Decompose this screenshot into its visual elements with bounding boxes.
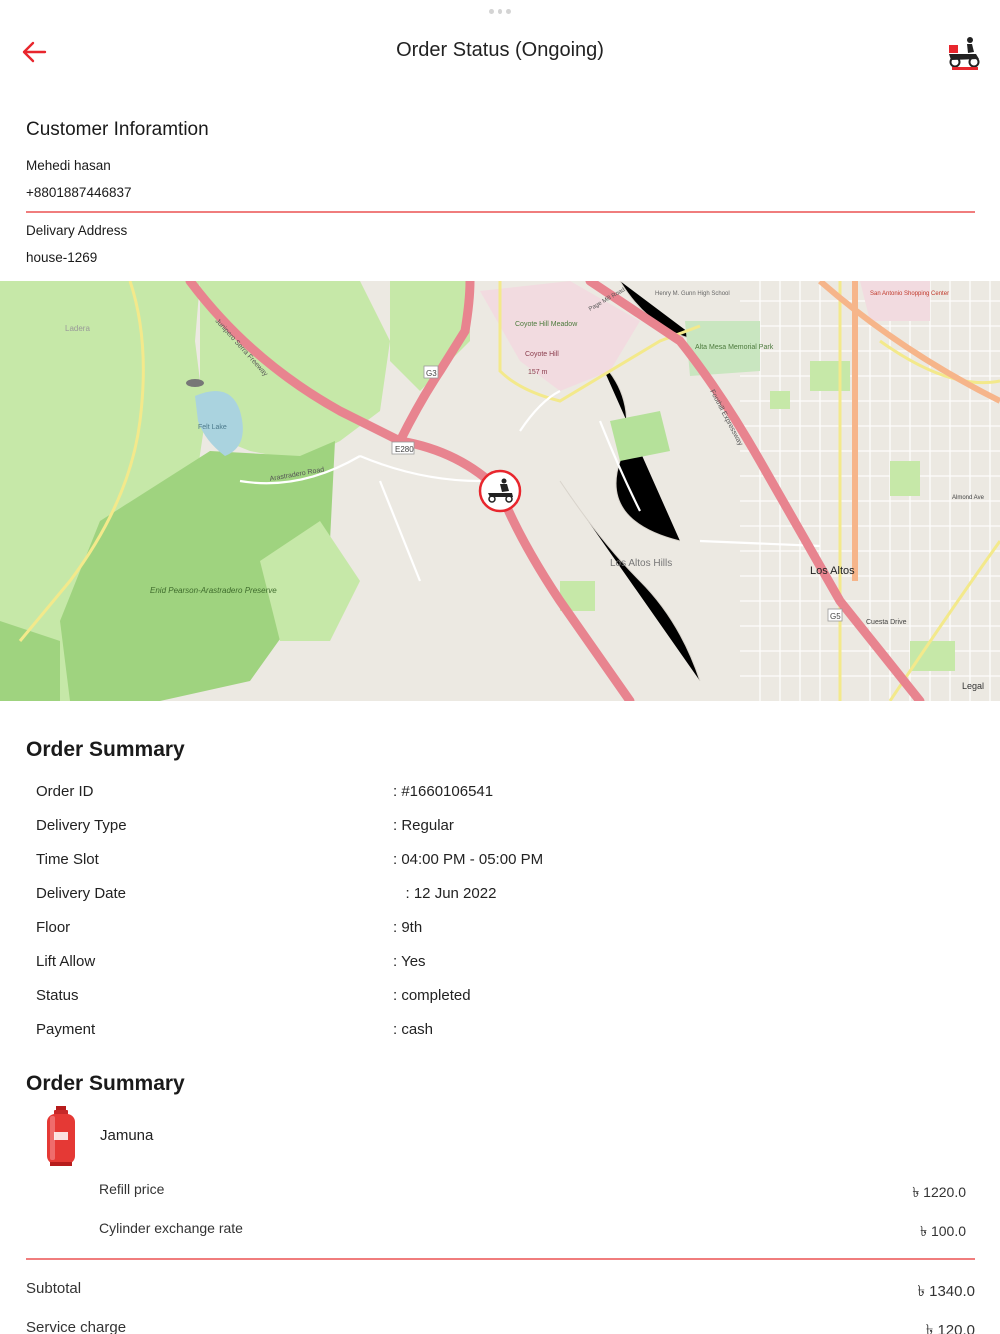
summary-key: Floor: [36, 919, 71, 936]
customer-section-title: Customer Inforamtion: [26, 119, 209, 140]
subtotal-value: ৳ 1340.0: [917, 1283, 975, 1300]
summary-key: Delivery Type: [36, 817, 127, 834]
summary-key: Time Slot: [36, 851, 99, 868]
svg-text:Legal: Legal: [962, 681, 984, 691]
customer-phone[interactable]: +8801887446837: [26, 185, 132, 200]
product-name: Jamuna: [100, 1127, 154, 1144]
subtotal-label: Subtotal: [26, 1280, 82, 1297]
summary-key: Payment: [36, 1021, 96, 1038]
app-header: Order Status (Ongoing): [0, 0, 1000, 100]
svg-text:Felt Lake: Felt Lake: [198, 424, 227, 431]
summary-value: : Regular: [393, 817, 454, 834]
svg-text:Los Altos Hills: Los Altos Hills: [610, 558, 672, 569]
svg-text:G5: G5: [830, 612, 841, 621]
delivery-map[interactable]: E280 G3 G5 Coyote Hill Meadow Coyote Hil…: [0, 281, 1000, 701]
summary-value: : 12 Jun 2022: [393, 885, 497, 902]
refill-price-label: Refill price: [99, 1181, 165, 1197]
summary-value: : completed: [393, 987, 471, 1004]
svg-text:Almond Ave: Almond Ave: [952, 495, 985, 501]
summary-value: : cash: [393, 1021, 434, 1038]
customer-name: Mehedi hasan: [26, 158, 111, 173]
summary-key: Lift Allow: [36, 953, 96, 970]
summary-key: Order ID: [36, 783, 94, 800]
summary-row: Delivery Date : 12 Jun 2022: [36, 885, 966, 907]
svg-text:Coyote Hill Meadow: Coyote Hill Meadow: [515, 321, 578, 328]
summary-value: : #1660106541: [393, 783, 494, 800]
svg-text:Enid Pearson-Arastradero Prese: Enid Pearson-Arastradero Preserve: [150, 586, 277, 595]
svg-text:Ladera: Ladera: [65, 324, 90, 333]
page-title: Order Status (Ongoing): [396, 39, 604, 61]
summary-row: Payment : cash: [36, 1021, 966, 1043]
order-summary-title: Order Summary: [26, 738, 185, 761]
summary-value: : Yes: [393, 953, 426, 970]
svg-text:Cuesta Drive: Cuesta Drive: [866, 619, 907, 626]
service-charge-value: ৳ 120.0: [925, 1322, 975, 1334]
divider: [26, 1258, 975, 1260]
svg-text:Alta Mesa Memorial Park: Alta Mesa Memorial Park: [695, 344, 774, 351]
delivery-rider-marker-icon[interactable]: [478, 469, 522, 513]
summary-key: Status: [36, 987, 79, 1004]
items-summary-title: Order Summary: [26, 1072, 185, 1095]
svg-text:Coyote Hill: Coyote Hill: [525, 351, 559, 358]
svg-text:G3: G3: [426, 369, 437, 378]
svg-text:Los Altos: Los Altos: [810, 565, 855, 577]
delivery-scooter-logo-icon: [946, 35, 982, 71]
summary-row: Lift Allow : Yes: [36, 953, 966, 975]
svg-text:San Antonio Shopping Center: San Antonio Shopping Center: [870, 291, 949, 297]
exchange-rate-label: Cylinder exchange rate: [99, 1220, 243, 1236]
svg-text:Henry M. Gunn High School: Henry M. Gunn High School: [655, 291, 730, 297]
address-label: Delivary Address: [26, 223, 128, 238]
exchange-rate-value: ৳ 100.0: [920, 1223, 966, 1239]
address-value: house-1269: [26, 250, 98, 265]
summary-row: Time Slot : 04:00 PM - 05:00 PM: [36, 851, 966, 873]
service-charge-label: Service charge: [26, 1319, 127, 1334]
summary-row: Order ID : #1660106541: [36, 783, 966, 805]
summary-row: Delivery Type : Regular: [36, 817, 966, 839]
summary-key: Delivery Date: [36, 885, 127, 902]
summary-row: Floor : 9th: [36, 919, 966, 941]
divider: [26, 211, 975, 213]
summary-value: : 9th: [393, 919, 423, 936]
summary-value: : 04:00 PM - 05:00 PM: [393, 851, 544, 868]
svg-text:E280: E280: [395, 445, 414, 454]
svg-text:157 m: 157 m: [528, 369, 548, 376]
summary-row: Status : completed: [36, 987, 966, 1009]
gas-cylinder-icon: [44, 1106, 78, 1166]
refill-price-value: ৳ 1220.0: [912, 1184, 966, 1200]
